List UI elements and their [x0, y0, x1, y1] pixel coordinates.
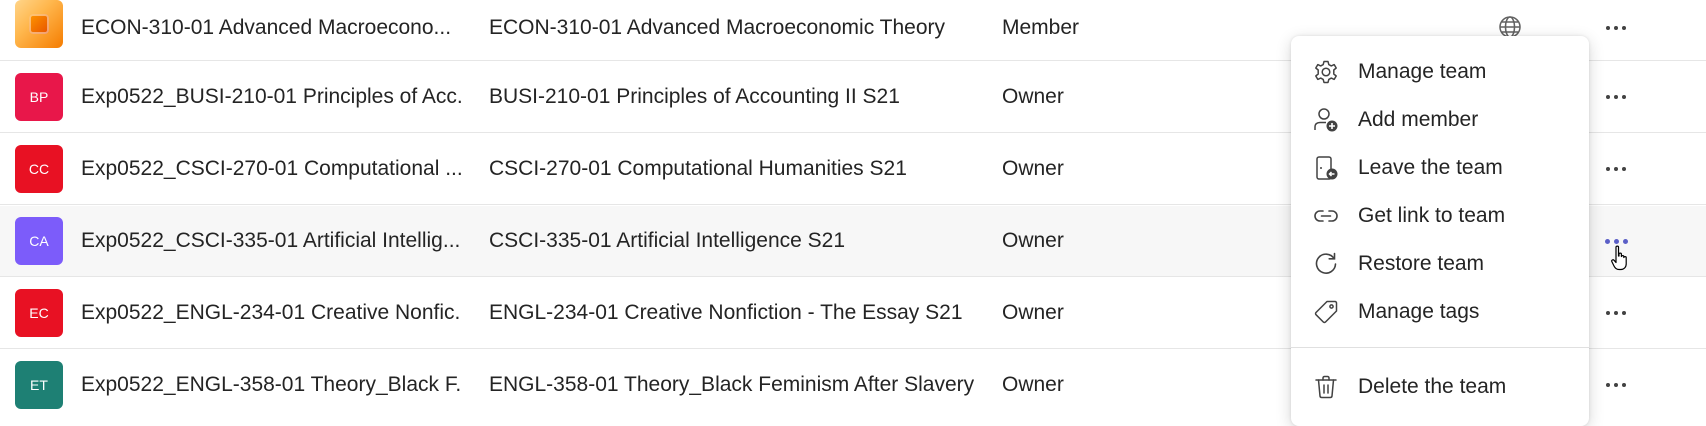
team-name[interactable]: Exp0522_CSCI-335-01 Artificial Intellig.… — [81, 213, 461, 269]
team-role: Owner — [1002, 373, 1064, 396]
more-options-button[interactable] — [1598, 155, 1634, 183]
team-description: BUSI-210-01 Principles of Accounting II … — [489, 85, 900, 108]
team-name[interactable]: Exp0522_BUSI-210-01 Principles of Acc... — [81, 69, 461, 125]
more-options-button[interactable] — [1598, 83, 1634, 111]
team-role: Owner — [1002, 301, 1064, 324]
team-description: CSCI-270-01 Computational Humanities S21 — [489, 157, 907, 180]
menu-divider — [1291, 347, 1589, 348]
menu-item-label: Leave the team — [1358, 156, 1503, 179]
gear-icon — [1312, 58, 1340, 86]
menu-item-label: Manage team — [1358, 60, 1487, 83]
menu-item-get-link[interactable]: Get link to team — [1291, 192, 1589, 240]
tag-icon — [1312, 298, 1340, 326]
team-description: CSCI-335-01 Artificial Intelligence S21 — [489, 229, 846, 252]
team-role: Owner — [1002, 229, 1064, 252]
team-description: ENGL-234-01 Creative Nonfiction - The Es… — [489, 301, 963, 324]
team-avatar: CC — [15, 145, 63, 193]
team-name[interactable]: ECON-310-01 Advanced Macroecono... — [81, 0, 461, 56]
menu-item-delete-team[interactable]: Delete the team — [1291, 363, 1589, 411]
avatar-initials: BP — [29, 89, 49, 105]
leave-icon — [1312, 154, 1340, 182]
team-name[interactable]: Exp0522_ENGL-234-01 Creative Nonfic... — [81, 285, 461, 341]
menu-item-label: Delete the team — [1358, 375, 1507, 398]
avatar-initials: CA — [29, 233, 49, 249]
menu-item-manage-tags[interactable]: Manage tags — [1291, 288, 1589, 336]
team-avatar: BP — [15, 73, 63, 121]
more-options-button[interactable] — [1598, 299, 1634, 327]
avatar-initials: EC — [29, 305, 49, 321]
menu-item-label: Get link to team — [1358, 204, 1506, 227]
more-options-button[interactable] — [1598, 14, 1634, 42]
restore-icon — [1312, 250, 1340, 278]
menu-item-label: Restore team — [1358, 252, 1485, 275]
team-avatar: EC — [15, 289, 63, 337]
menu-item-leave-team[interactable]: Leave the team — [1291, 144, 1589, 192]
team-avatar — [15, 0, 63, 48]
trash-icon — [1312, 373, 1340, 401]
add-person-icon — [1312, 106, 1340, 134]
team-avatar: ET — [15, 361, 63, 409]
team-name[interactable]: Exp0522_CSCI-270-01 Computational ... — [81, 141, 461, 197]
menu-item-restore-team[interactable]: Restore team — [1291, 240, 1589, 288]
more-options-button[interactable] — [1598, 371, 1634, 399]
link-icon — [1312, 202, 1340, 230]
team-role: Owner — [1002, 85, 1064, 108]
avatar-initials: ET — [30, 377, 48, 393]
menu-item-label: Add member — [1358, 108, 1479, 131]
menu-item-add-member[interactable]: Add member — [1291, 96, 1589, 144]
menu-item-label: Manage tags — [1358, 300, 1480, 323]
teams-table: ECON-310-01 Advanced Macroecono... ECON-… — [0, 0, 1706, 426]
avatar-initials: CC — [28, 161, 50, 177]
hand-pointer-icon — [1611, 245, 1629, 271]
team-name[interactable]: Exp0522_ENGL-358-01 Theory_Black F... — [81, 357, 461, 413]
team-role: Owner — [1002, 157, 1064, 180]
team-avatar: CA — [15, 217, 63, 265]
team-description: ENGL-358-01 Theory_Black Feminism After … — [489, 373, 974, 396]
team-role: Member — [1002, 16, 1080, 39]
menu-item-manage-team[interactable]: Manage team — [1291, 48, 1589, 96]
team-context-menu: Manage team Add member Leave the team Ge… — [1291, 36, 1589, 426]
team-description: ECON-310-01 Advanced Macroeconomic Theor… — [489, 16, 946, 39]
